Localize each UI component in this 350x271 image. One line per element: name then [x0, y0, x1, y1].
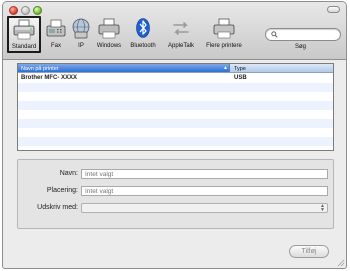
toolbar-standard-button[interactable]: Standard — [7, 16, 41, 53]
toolbar-bluetooth-label: Bluetooth — [130, 43, 156, 49]
empty-row — [18, 137, 333, 146]
empty-row — [18, 83, 333, 92]
location-field[interactable] — [81, 186, 328, 196]
empty-row — [18, 128, 333, 137]
more-printers-icon — [213, 18, 235, 39]
bluetooth-icon — [136, 18, 150, 38]
toolbar-more-printers-label: Flere printere — [206, 43, 242, 49]
add-printer-window: Standard Fax IP Windows Bluetooth AppleT… — [2, 1, 347, 269]
resize-grip-icon[interactable] — [336, 258, 345, 267]
printer-name-cell: Brother MFC- XXXX — [21, 75, 78, 81]
toolbar-more-printers-button[interactable]: Flere printere — [202, 18, 246, 49]
printer-list-header: Navn på printer ▲ Type — [18, 64, 333, 73]
empty-row — [18, 110, 333, 119]
empty-row — [18, 101, 333, 110]
toolbar-fax-button[interactable]: Fax — [43, 18, 69, 49]
add-button[interactable]: Tilføj — [289, 245, 329, 258]
empty-row — [18, 92, 333, 101]
fax-icon — [46, 19, 66, 37]
search-label: Søg — [295, 44, 307, 50]
toolbar-ip-button[interactable]: IP — [69, 18, 93, 49]
toolbar-bluetooth-button[interactable]: Bluetooth — [127, 18, 159, 49]
name-label: Navn: — [59, 170, 78, 177]
appletalk-icon — [173, 22, 189, 35]
search-icon — [271, 31, 278, 38]
select-arrows-icon: ▲ ▼ — [320, 203, 325, 213]
toolbar-toggle-button[interactable] — [327, 6, 340, 13]
windows-printer-icon — [98, 18, 120, 39]
column-header-printer-name[interactable]: Navn på printer — [18, 64, 230, 72]
toolbar-standard-label: Standard — [11, 44, 37, 50]
empty-row — [18, 119, 333, 128]
zoom-window-button[interactable] — [33, 6, 42, 15]
toolbar: Standard Fax IP Windows Bluetooth AppleT… — [3, 2, 346, 60]
printer-list[interactable]: Navn på printer ▲ Type Brother MFC- XXXX… — [17, 63, 334, 151]
toolbar-fax-label: Fax — [50, 43, 61, 49]
print-with-select[interactable]: ▲ ▼ — [81, 203, 328, 213]
minimize-window-button[interactable] — [21, 6, 30, 15]
toolbar-ip-label: IP — [78, 43, 84, 49]
column-header-type[interactable]: Type — [234, 66, 246, 72]
printer-row[interactable]: Brother MFC- XXXX USB — [18, 74, 333, 83]
search-field[interactable] — [265, 28, 341, 41]
printer-type-cell: USB — [234, 75, 247, 81]
toolbar-windows-label: Windows — [96, 43, 122, 49]
toolbar-appletalk-label: AppleTalk — [167, 43, 194, 49]
print-with-label: Udskriv med: — [37, 204, 78, 211]
ip-globe-icon — [72, 18, 90, 39]
printer-details-panel: Navn: Placering: Udskriv med: ▲▼ — [17, 159, 334, 229]
printer-rows: Brother MFC- XXXX USB — [18, 74, 333, 146]
toolbar-windows-button[interactable]: Windows — [94, 18, 124, 49]
location-label: Placering: — [46, 187, 78, 194]
printer-default-icon — [13, 19, 35, 40]
close-window-button[interactable] — [9, 6, 18, 15]
name-field[interactable] — [81, 169, 328, 179]
sort-ascending-icon: ▲ — [223, 65, 228, 71]
toolbar-appletalk-button[interactable]: AppleTalk — [163, 18, 199, 49]
